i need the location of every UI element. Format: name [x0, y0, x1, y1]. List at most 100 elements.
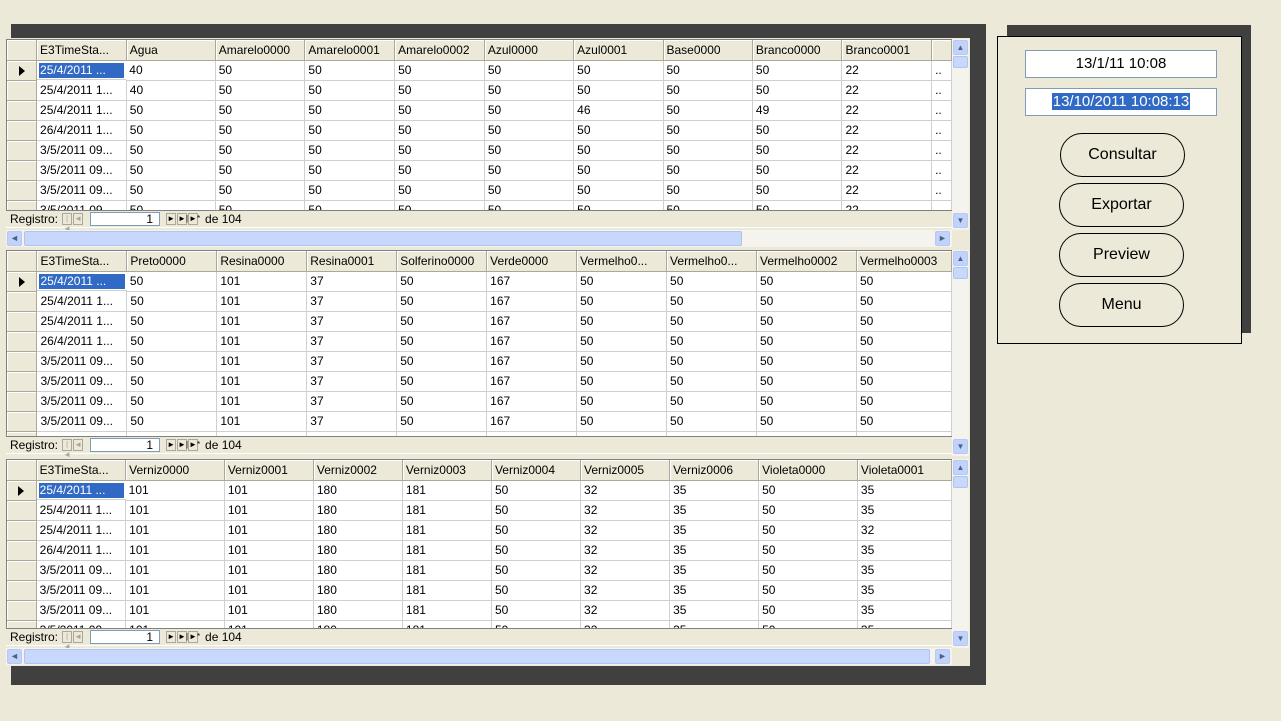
table-cell[interactable]: 180: [313, 620, 403, 628]
table-cell[interactable]: 50: [576, 351, 668, 372]
table-cell[interactable]: 32: [580, 620, 671, 628]
table-cell[interactable]: 50: [491, 600, 582, 621]
table-cell[interactable]: 101: [224, 620, 314, 628]
table-cell[interactable]: 50: [663, 80, 753, 101]
table-cell[interactable]: 22: [841, 140, 933, 161]
table-cell[interactable]: 167: [486, 271, 578, 292]
column-header[interactable]: Verniz0003: [402, 460, 492, 481]
date-full-field[interactable]: 13/10/2011 10:08:13: [1025, 88, 1217, 116]
table-cell[interactable]: 50: [491, 540, 582, 561]
table-cell[interactable]: 50: [663, 180, 753, 201]
table-cell[interactable]: 50: [666, 291, 757, 312]
table-cell[interactable]: 35: [669, 580, 760, 601]
table-cell[interactable]: 50: [576, 371, 668, 392]
column-header[interactable]: E3TimeSta...: [36, 40, 127, 61]
table-cell[interactable]: 50: [126, 371, 218, 392]
table-cell[interactable]: 50: [396, 351, 488, 372]
scroll-up-icon[interactable]: ▲: [953, 40, 968, 55]
column-header[interactable]: Verniz0002: [313, 460, 403, 481]
table-cell[interactable]: 50: [396, 391, 488, 412]
table-cell[interactable]: 37: [306, 291, 398, 312]
table-cell[interactable]: 3/5/2011 09...: [36, 580, 127, 601]
table-cell[interactable]: 101: [216, 331, 308, 352]
table-cell[interactable]: 50: [573, 160, 664, 181]
table-cell[interactable]: 181: [402, 620, 492, 628]
table-row[interactable]: 3/5/2011 09...50101375016750505050: [7, 411, 952, 432]
table-cell[interactable]: 50: [666, 331, 757, 352]
table-cell[interactable]: 50: [126, 100, 216, 121]
table-cell[interactable]: 101: [224, 600, 314, 621]
table-cell[interactable]: 35: [669, 620, 760, 628]
table-row[interactable]: 25/4/2011 1... 50 101 37 50 167 50 50 50 50: [7, 311, 952, 332]
table-cell[interactable]: 50: [304, 180, 396, 201]
row-selector[interactable]: [7, 140, 38, 161]
table-cell[interactable]: 181: [402, 480, 492, 501]
table-cell[interactable]: 3/5/2011 09...: [36, 411, 128, 432]
table-cell[interactable]: 32: [580, 500, 671, 521]
table-cell[interactable]: 32: [580, 560, 671, 581]
table-cell[interactable]: 50: [396, 271, 488, 292]
table-cell[interactable]: 101: [125, 620, 225, 628]
table-cell[interactable]: 50: [752, 180, 843, 201]
row-selector[interactable]: [7, 520, 37, 541]
table-cell[interactable]: 167: [486, 371, 578, 392]
datasheet-bottom[interactable]: E3TimeSta... Verniz0000 Verniz0001 Verniz00…: [6, 459, 952, 628]
table-cell[interactable]: 101: [224, 580, 314, 601]
table-cell[interactable]: 50: [756, 411, 857, 432]
new-record-icon[interactable]: ►*: [188, 213, 200, 225]
table-cell[interactable]: 40: [126, 60, 216, 81]
row-selector[interactable]: [7, 351, 38, 372]
datasheet-top[interactable]: E3TimeSta... Agua Amarelo0000 Amarelo0001 Am…: [6, 39, 952, 210]
table-cell[interactable]: 101: [224, 560, 314, 581]
next-record-icon[interactable]: ►: [166, 631, 177, 643]
column-header[interactable]: E3TimeSta...: [36, 251, 128, 272]
table-row[interactable]: 25/4/2011 ... 101 101 180 181 50 32 35 50 35: [7, 480, 952, 501]
table-cell[interactable]: 50: [394, 120, 485, 141]
table-cell[interactable]: 3/5/2011 09...: [36, 351, 128, 372]
column-header[interactable]: Vermelho0002: [756, 251, 857, 272]
table-cell[interactable]: 50: [126, 391, 218, 412]
scroll-up-icon[interactable]: ▲: [953, 460, 968, 475]
table-cell[interactable]: 50: [856, 351, 952, 372]
table-cell[interactable]: 50: [484, 100, 575, 121]
datasheet-middle[interactable]: E3TimeSta... Preto0000 Resina0000 Resina000…: [6, 250, 952, 436]
table-cell[interactable]: 50: [304, 200, 396, 210]
table-cell[interactable]: 22: [841, 120, 933, 141]
row-selector[interactable]: [7, 120, 38, 141]
table-cell[interactable]: 35: [857, 480, 952, 501]
table-cell[interactable]: 50: [304, 120, 396, 141]
row-selector[interactable]: [7, 480, 37, 501]
table-cell[interactable]: ..: [931, 200, 952, 210]
table-cell[interactable]: 50: [758, 520, 858, 541]
table-cell[interactable]: 50: [576, 331, 668, 352]
table-cell[interactable]: 50: [394, 200, 485, 210]
table-cell[interactable]: 25/4/2011 1...: [36, 80, 127, 101]
row-selector[interactable]: [7, 391, 38, 412]
table-cell[interactable]: ..: [931, 160, 952, 181]
table-cell[interactable]: 167: [486, 351, 578, 372]
table-cell[interactable]: 50: [396, 331, 488, 352]
menu-button[interactable]: Menu: [1059, 283, 1184, 327]
table-cell[interactable]: 50: [396, 291, 488, 312]
table-cell[interactable]: 50: [758, 500, 858, 521]
column-header[interactable]: Solferino0000: [396, 251, 488, 272]
table-cell[interactable]: 3/5/2011 09...: [36, 200, 127, 210]
table-cell[interactable]: 50: [484, 200, 575, 210]
row-selector[interactable]: [7, 500, 37, 521]
table-cell[interactable]: 180: [313, 540, 403, 561]
table-cell[interactable]: 50: [491, 580, 582, 601]
table-cell[interactable]: 50: [756, 331, 857, 352]
table-cell[interactable]: 50: [856, 371, 952, 392]
table-cell[interactable]: 50: [126, 331, 218, 352]
table-cell[interactable]: 3/5/2011 09...: [36, 160, 127, 181]
table-cell[interactable]: 35: [669, 520, 760, 541]
table-cell[interactable]: 50: [304, 160, 396, 181]
table-cell[interactable]: 26/4/2011 1...: [36, 540, 127, 561]
table-cell[interactable]: 180: [313, 480, 403, 501]
table-cell[interactable]: 25/4/2011 ...: [36, 60, 127, 80]
table-cell[interactable]: 50: [756, 351, 857, 372]
table-cell[interactable]: 50: [666, 311, 757, 332]
column-header[interactable]: Azul0000: [484, 40, 575, 61]
record-number-input[interactable]: 1: [90, 212, 161, 226]
table-cell[interactable]: 50: [396, 311, 488, 332]
